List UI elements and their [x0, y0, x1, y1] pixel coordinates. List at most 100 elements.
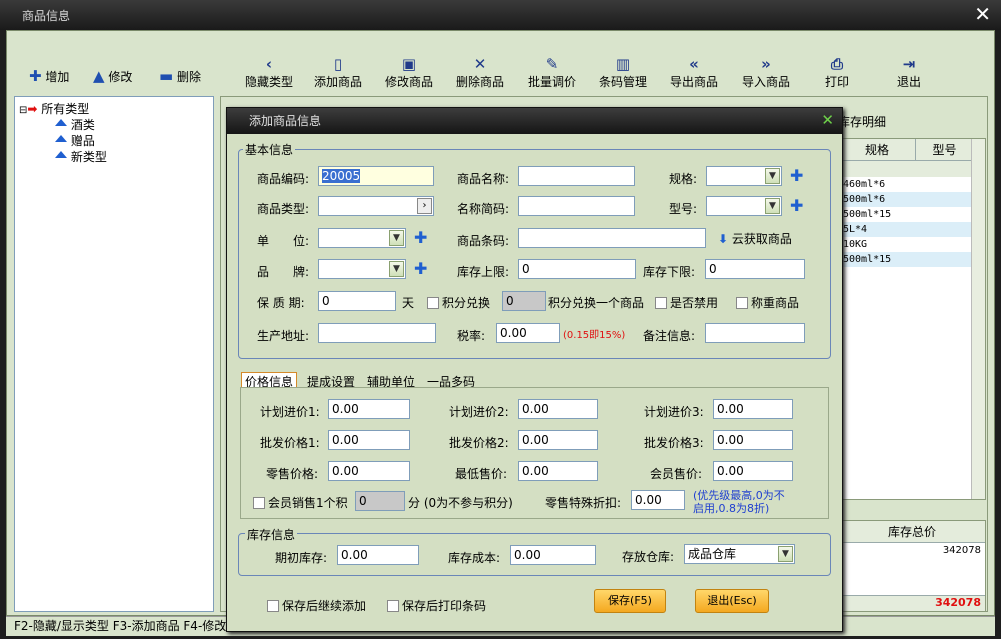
stock-upper-input[interactable]: 0 [518, 259, 636, 279]
print-barcode-checkbox[interactable]: 保存后打印条码 [387, 597, 486, 614]
chevron-right-icon[interactable]: › [417, 198, 432, 214]
save-button[interactable]: 保存(F5) [594, 589, 666, 613]
retail-price-input[interactable]: 0.00 [328, 461, 410, 481]
add-model-icon[interactable]: ✚ [790, 198, 803, 214]
cloud-fetch-button[interactable]: ⬇ 云获取商品 [718, 230, 792, 247]
tax-input[interactable]: 0.00 [496, 323, 560, 343]
product-grid: 规格 型号 460ml*6 500ml*6 500ml*15 5L*4 10KG… [838, 138, 986, 500]
window-title: 商品信息 [22, 9, 71, 23]
stock-cost-input[interactable]: 0.00 [510, 545, 596, 565]
barcode-button[interactable]: ▥ 条码管理 [595, 55, 651, 95]
stock-lower-input[interactable]: 0 [705, 259, 805, 279]
barcode-icon: ▥ [615, 55, 631, 73]
address-input[interactable] [318, 323, 436, 343]
wholesale-3-input[interactable]: 0.00 [713, 430, 793, 450]
grid-header-model[interactable]: 型号 [915, 139, 973, 161]
add-unit-icon[interactable]: ✚ [414, 230, 427, 246]
edit-product-button[interactable]: ▣ 修改商品 [381, 55, 437, 95]
add-product-button[interactable]: ▯ 添加商品 [310, 55, 366, 95]
basic-info-legend: 基本信息 [243, 141, 296, 158]
tree-item-gift[interactable]: 赠品 [55, 132, 95, 149]
disabled-checkbox[interactable]: 是否禁用 [655, 294, 718, 311]
model-select[interactable]: ▼ [706, 196, 782, 216]
discount-hint: (优先级最高,0为不 启用,0.8为8折) [693, 489, 785, 515]
wholesale-1-input[interactable]: 0.00 [328, 430, 410, 450]
cancel-button[interactable]: 退出(Esc) [695, 589, 769, 613]
tree-item-new[interactable]: 新类型 [55, 148, 107, 165]
arrow-up-icon [55, 135, 67, 142]
hide-type-button[interactable]: ‹ 隐藏类型 [238, 55, 300, 95]
shelf-life-input[interactable]: 0 [318, 291, 396, 311]
grid-scrollbar[interactable] [971, 139, 985, 499]
unit-select[interactable]: ▼ [318, 228, 406, 248]
stock-total-value: 342078 [942, 545, 981, 556]
spec-select[interactable]: ▼ [706, 166, 782, 186]
brand-select[interactable]: ▼ [318, 259, 406, 279]
delete-type-button[interactable]: ▬ 删除 [159, 67, 201, 85]
red-arrow-icon: ➡ [27, 102, 38, 116]
grid-cell[interactable]: 500ml*6 [839, 192, 971, 207]
barcode-input[interactable] [518, 228, 706, 248]
member-points-input[interactable]: 0 [355, 491, 405, 511]
tab-stock-detail[interactable]: 库存明细 [838, 113, 886, 130]
wholesale-2-input[interactable]: 0.00 [518, 430, 598, 450]
add-brand-icon[interactable]: ✚ [414, 261, 427, 277]
grid-cell[interactable]: 500ml*15 [839, 252, 971, 267]
plan-price-2-input[interactable]: 0.00 [518, 399, 598, 419]
close-icon[interactable]: ✕ [974, 2, 991, 26]
grid-cell[interactable]: 5L*4 [839, 222, 971, 237]
tree-item-liquor[interactable]: 酒类 [55, 116, 95, 133]
stock-grid: 库存总价 342078 342078 [838, 520, 986, 612]
edit-type-button[interactable]: ▲ 修改 [93, 67, 132, 85]
print-button[interactable]: ⎙ 打印 [817, 55, 857, 95]
pen-icon: ✎ [545, 55, 559, 73]
chevron-down-icon: ▼ [765, 198, 780, 214]
grid-cell[interactable]: 500ml*15 [839, 207, 971, 222]
discount-input[interactable]: 0.00 [631, 490, 685, 510]
x-icon: ✕ [473, 55, 487, 73]
grid-header-spec[interactable]: 规格 [839, 139, 915, 161]
chevron-left-icon: ‹ [265, 55, 273, 73]
arrow-down-icon: ⬇ [718, 232, 729, 246]
minus-icon: ▬ [159, 67, 174, 85]
plan-price-3-input[interactable]: 0.00 [713, 399, 793, 419]
warehouse-select[interactable]: 成品仓库 ▼ [684, 544, 795, 564]
import-button[interactable]: » 导入商品 [738, 55, 794, 95]
chevron-down-icon: ▼ [389, 261, 404, 277]
add-spec-icon[interactable]: ✚ [790, 168, 803, 184]
exit-icon: ⇥ [902, 55, 916, 73]
type-input[interactable]: › [318, 196, 434, 216]
exit-button[interactable]: ⇥ 退出 [889, 55, 929, 95]
weigh-checkbox[interactable]: 称重商品 [736, 294, 799, 311]
dialog-title: 添加商品信息 [227, 108, 842, 134]
delete-product-button[interactable]: ✕ 删除商品 [452, 55, 508, 95]
tax-hint: (0.15即15%) [563, 330, 626, 341]
grid2-header[interactable]: 库存总价 [839, 521, 985, 543]
plan-price-1-input[interactable]: 0.00 [328, 399, 410, 419]
clipboard-icon: ▣ [401, 55, 417, 73]
dialog-close-icon[interactable]: ✕ [821, 111, 834, 129]
min-price-input[interactable]: 0.00 [518, 461, 598, 481]
points-input[interactable]: 0 [502, 291, 546, 311]
short-name-input[interactable] [518, 196, 635, 216]
remark-input[interactable] [705, 323, 805, 343]
grid-cell[interactable]: 10KG [839, 237, 971, 252]
window-titlebar: 商品信息 ✕ [0, 0, 1001, 30]
continue-add-checkbox[interactable]: 保存后继续添加 [267, 597, 366, 614]
initial-stock-input[interactable]: 0.00 [337, 545, 419, 565]
add-product-dialog: 添加商品信息 ✕ 基本信息 商品编码: 20005 商品名称: 规格: ▼ ✚ … [226, 107, 843, 632]
code-input[interactable]: 20005 [318, 166, 434, 186]
tree-root[interactable]: ⊟➡ 所有类型 [19, 100, 89, 117]
stock-info-legend: 库存信息 [245, 526, 298, 543]
export-button[interactable]: «导出商品 [666, 55, 722, 95]
batch-price-button[interactable]: ✎ 批量调价 [524, 55, 580, 95]
name-input[interactable] [518, 166, 635, 186]
chevron-down-icon: ▼ [765, 168, 780, 184]
points-exchange-checkbox[interactable]: 积分兑换 [427, 294, 490, 311]
member-price-input[interactable]: 0.00 [713, 461, 793, 481]
plus-icon: ✚ [29, 67, 42, 85]
member-points-checkbox[interactable]: 会员销售1个积 [253, 494, 348, 511]
grid-cell[interactable]: 460ml*6 [839, 177, 971, 192]
add-type-button[interactable]: ✚ 增加 [29, 67, 69, 85]
double-chevron-left-icon: « [689, 55, 699, 73]
